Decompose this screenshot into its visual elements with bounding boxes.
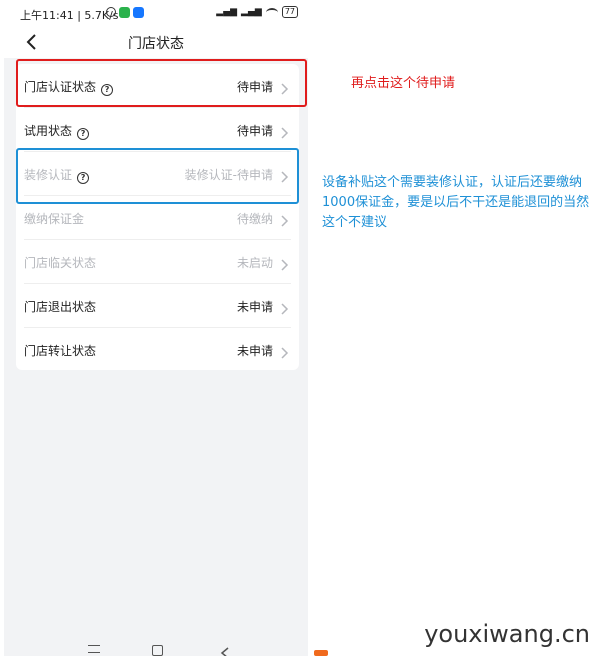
help-icon[interactable]: ? [77, 128, 90, 140]
red-annotation: 再点击这个待申请 [351, 76, 456, 91]
row-label: 试用状态? [24, 122, 90, 140]
orange-mark [314, 650, 328, 656]
row-store-exit[interactable]: 门店退出状态 未申请 [16, 284, 299, 328]
chevron-right-icon [281, 300, 289, 315]
blue-highlight-box [16, 148, 299, 204]
row-store-transfer[interactable]: 门店转让状态 未申请 [16, 328, 299, 372]
wifi-icon [265, 7, 278, 17]
battery-icon: 77 [281, 6, 298, 18]
row-label: 缴纳保证金 [24, 212, 85, 226]
status-time-speed: 上午11:41 | 5.7K/s [20, 9, 119, 22]
status-system-icons: ▂▄▆ ▂▄▆ 77 [216, 6, 298, 18]
row-trial-status[interactable]: 试用状态? 待申请 [16, 108, 299, 152]
red-highlight-box [16, 59, 307, 107]
wechat-icon [119, 7, 130, 18]
menu-icon[interactable] [88, 645, 100, 653]
row-value[interactable]: 未启动 [237, 254, 273, 271]
home-icon[interactable] [152, 645, 163, 656]
row-value[interactable]: 未申请 [237, 342, 273, 359]
status-bar: 上午11:41 | 5.7K/s ▂▄▆ ▂▄▆ 77 [4, 0, 308, 26]
chevron-right-icon [281, 212, 289, 227]
row-value[interactable]: 待缴纳 [237, 210, 273, 227]
row-value[interactable]: 待申请 [237, 122, 273, 139]
row-label: 门店转让状态 [24, 344, 97, 358]
row-value[interactable]: 未申请 [237, 298, 273, 315]
row-label: 门店临关状态 [24, 256, 97, 270]
page-title: 门店状态 [128, 36, 184, 52]
navigation-bar: 门店状态 [4, 26, 308, 58]
status-app-icons [106, 7, 144, 18]
chevron-right-icon [281, 344, 289, 359]
status-list-card: 门店认证状态? 待申请 试用状态? 待申请 装修认证? 装修认证-待申请 缴纳保… [16, 64, 299, 370]
signal-icon-2: ▂▄▆ [241, 7, 262, 17]
blue-annotation: 设备补贴这个需要装修认证，认证后还要缴纳1000保证金，要是以后不干还是能退回的… [322, 175, 590, 230]
chevron-right-icon [281, 124, 289, 139]
back-icon[interactable] [220, 644, 230, 656]
signal-icon: ▂▄▆ [216, 7, 238, 17]
translate-icon [133, 7, 144, 18]
watermark: youxiwang.cn [424, 620, 590, 648]
chevron-right-icon [281, 256, 289, 271]
row-label: 门店退出状态 [24, 300, 97, 314]
row-temporary-closure[interactable]: 门店临关状态 未启动 [16, 240, 299, 284]
system-navigation-bar [4, 640, 308, 656]
alarm-icon [106, 7, 116, 17]
